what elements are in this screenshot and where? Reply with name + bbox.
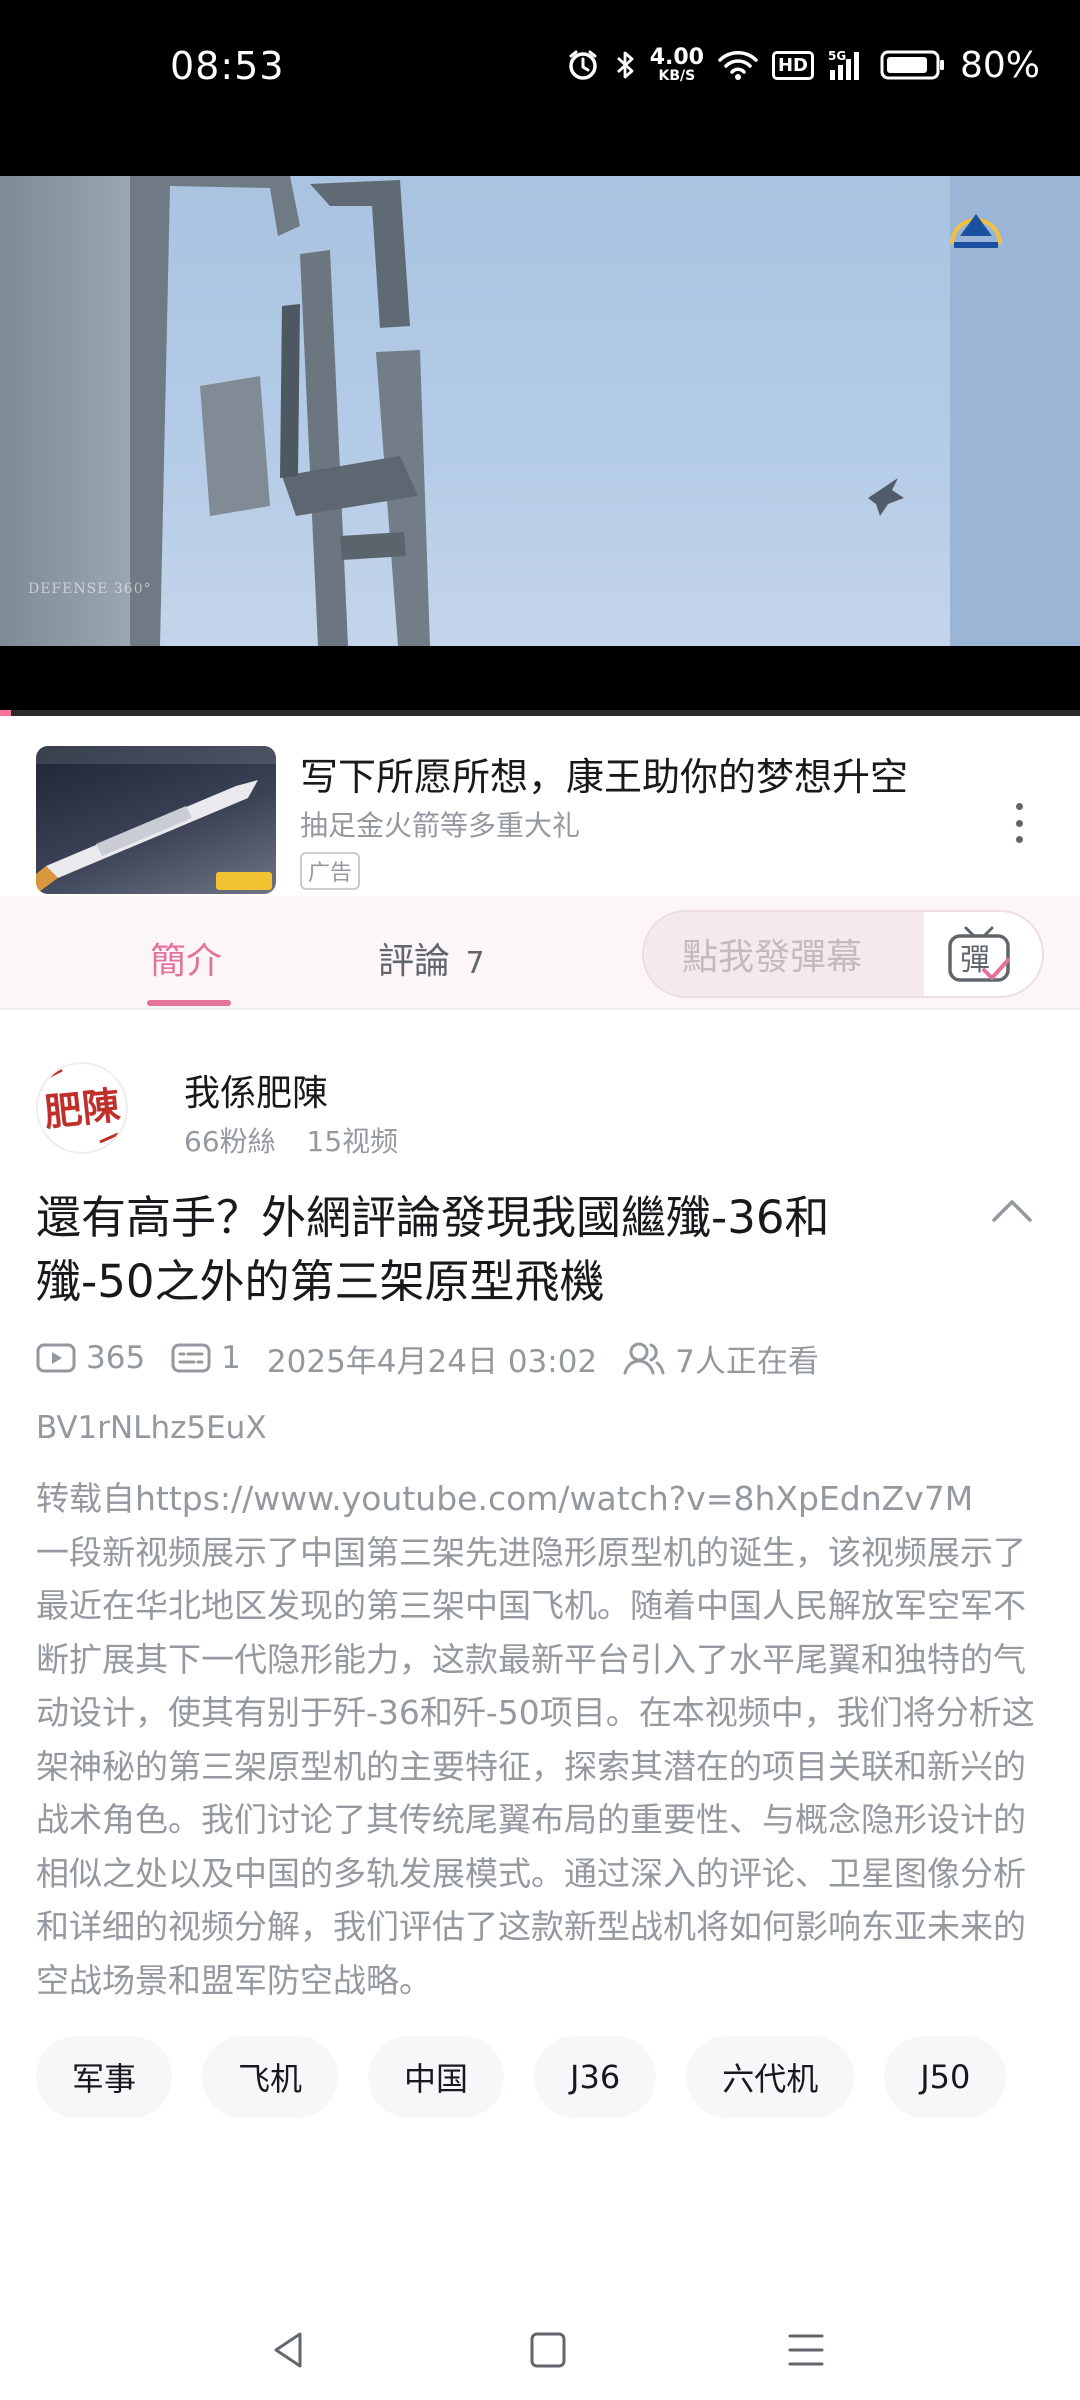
recents-icon[interactable] <box>784 2328 828 2372</box>
home-icon[interactable] <box>526 2328 570 2372</box>
battery-percent: 80% <box>959 44 1040 86</box>
ad-title[interactable]: 写下所愿所想，康王助你的梦想升空 <box>300 746 908 801</box>
wifi-icon <box>718 49 758 81</box>
danmaku-count-value: 1 <box>221 1340 241 1376</box>
bluetooth-icon <box>614 48 636 82</box>
tag-chip[interactable]: J36 <box>534 2036 657 2118</box>
uploader-avatar[interactable]: 肥陳 <box>36 1062 128 1154</box>
tag-chip[interactable]: 六代机 <box>686 2036 855 2118</box>
net-speed: 4.00 KB/S <box>649 45 704 84</box>
rocket-image <box>36 746 276 894</box>
tag-chip[interactable]: J50 <box>884 2036 1007 2118</box>
net-speed-unit: KB/S <box>658 68 696 84</box>
channel-logo-icon <box>950 214 1002 248</box>
tabs-bar: 簡介 評論 7 點我發彈幕 彈 <box>0 896 1080 1010</box>
chevron-up-icon[interactable] <box>990 1196 1034 1226</box>
views-count: 365 <box>36 1340 145 1376</box>
tab-comments-count: 7 <box>465 946 485 981</box>
ad-badge: 广告 <box>300 852 361 890</box>
system-nav-bar <box>0 2300 1080 2400</box>
ad-subtitle: 抽足金火箭等多重大礼 <box>300 809 581 842</box>
ad-more-icon[interactable] <box>1004 803 1034 843</box>
video-meta: 365 1 2025年4月24日 03:02 7人正在看 <box>36 1336 845 1380</box>
tag-chip[interactable]: 军事 <box>36 2036 173 2118</box>
tab-intro[interactable]: 簡介 <box>150 932 222 984</box>
tab-active-indicator <box>147 1000 231 1006</box>
ad-banner[interactable]: 写下所愿所想，康王助你的梦想升空 抽足金火箭等多重大礼 广告 <box>0 716 1080 896</box>
tag-chip[interactable]: 中国 <box>368 2036 505 2118</box>
signal-icon: 5G <box>828 48 866 82</box>
watching-now: 7人正在看 <box>623 1336 819 1381</box>
watching-value: 7人正在看 <box>675 1343 819 1380</box>
avatar-seal: 肥陳 <box>42 1068 122 1144</box>
tag-chip[interactable]: 飞机 <box>202 2036 339 2118</box>
tag-list: 军事 飞机 中国 J36 六代机 J50 <box>36 2036 1046 2118</box>
hd-badge: HD <box>771 50 814 80</box>
uploader-videos: 15视频 <box>306 1125 399 1158</box>
status-bar: 08:53 4.00 KB/S HD 5G 80% <box>0 0 1080 140</box>
uploader-followers: 66粉絲 <box>184 1125 276 1158</box>
ad-thumbnail[interactable] <box>36 746 276 894</box>
video-watermark: DEFENSE 360° <box>28 581 152 597</box>
play-count-icon <box>36 1343 76 1373</box>
uploader-stats: 66粉絲 15视频 <box>184 1120 420 1160</box>
alarm-icon <box>566 48 600 82</box>
tab-comments-label: 評論 <box>378 941 451 982</box>
status-time: 08:53 <box>170 44 285 88</box>
video-scene <box>130 176 904 646</box>
video-player[interactable]: DEFENSE 360° <box>0 140 1080 716</box>
danmaku-count: 1 <box>171 1340 241 1376</box>
back-icon[interactable] <box>268 2328 312 2372</box>
svg-text:肥陳: 肥陳 <box>42 1082 122 1135</box>
tab-comments[interactable]: 評論 7 <box>378 932 485 984</box>
watching-icon <box>623 1342 665 1375</box>
uploader-name[interactable]: 我係肥陳 <box>184 1064 328 1116</box>
danmaku-toggle-icon[interactable]: 彈 <box>944 924 1014 986</box>
video-description: 转载自https://www.youtube.com/watch?v=8hXpE… <box>36 1479 1035 2000</box>
battery-icon <box>880 49 946 81</box>
video-frame[interactable]: DEFENSE 360° <box>0 176 1080 646</box>
svg-text:5G: 5G <box>828 49 846 63</box>
danmaku-input[interactable]: 點我發彈幕 <box>644 912 924 996</box>
views-value: 365 <box>86 1340 146 1376</box>
danmaku-count-icon <box>171 1343 211 1373</box>
video-title: 還有高手？外網評論發現我國繼殲-36和殲-50之外的第三架原型飛機 <box>36 1191 830 1308</box>
publish-date: 2025年4月24日 03:02 <box>266 1343 598 1380</box>
status-icons: 4.00 KB/S HD 5G 80% <box>566 40 1040 90</box>
bvid: BV1rNLhz5EuX <box>36 1410 267 1446</box>
danmaku-box: 點我發彈幕 彈 <box>642 910 1044 998</box>
net-speed-value: 4.00 <box>649 45 704 70</box>
